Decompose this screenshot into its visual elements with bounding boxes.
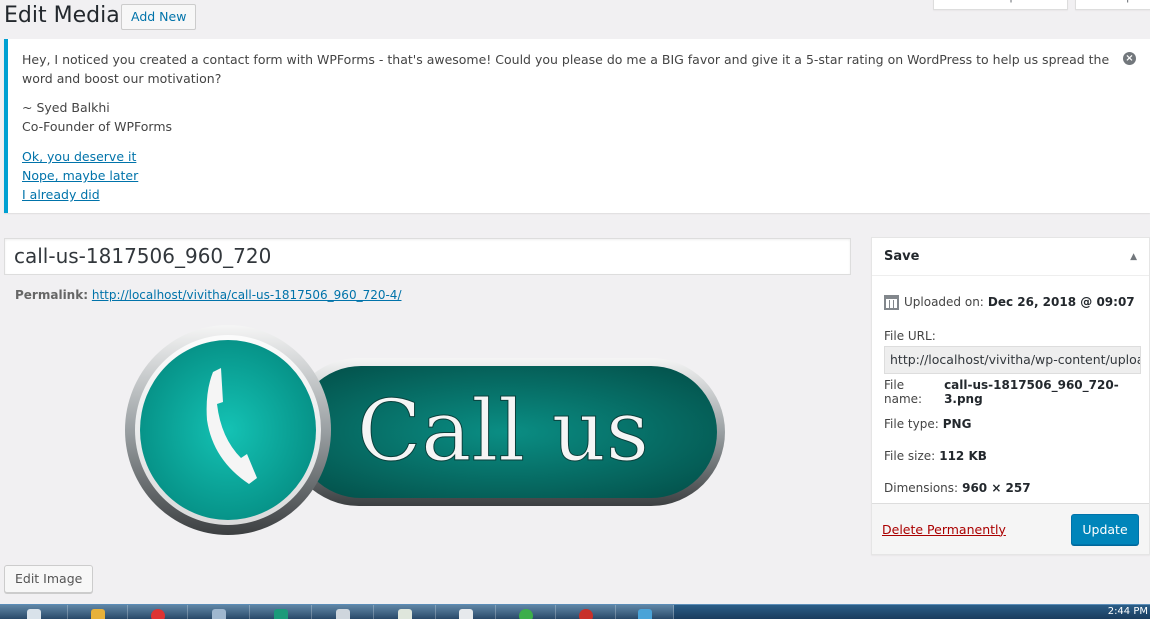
file-type-value: PNG [942, 417, 972, 431]
delete-permanently-link[interactable]: Delete Permanently [882, 522, 1006, 537]
call-us-graphic: Call us [125, 325, 725, 535]
permalink-label: Permalink: [15, 288, 89, 302]
calculator-icon [637, 609, 652, 619]
taskbar-item-notepad[interactable] [374, 605, 436, 619]
taskbar-item-explorer[interactable] [0, 605, 68, 619]
uploaded-on-row: Uploaded on: Dec 26, 2018 @ 09:07 [884, 286, 1137, 318]
window-icon [211, 609, 226, 619]
ok-deserve-it-link[interactable]: Ok, you deserve it [22, 147, 1134, 166]
file-size-row: File size: 112 KB [884, 440, 1137, 472]
taskbar-item-red[interactable] [556, 605, 616, 619]
windows-taskbar: 2:44 PM [0, 604, 1150, 619]
taskbar-item-chrome[interactable] [128, 605, 188, 619]
save-box-title: Save [884, 249, 920, 264]
major-publishing-actions: Delete Permanently Update [872, 503, 1149, 554]
taskbar-item-calc[interactable] [616, 605, 674, 619]
circle-fill [140, 340, 316, 520]
taskbar-item-green[interactable] [496, 605, 556, 619]
notice-links: Ok, you deserve it Nope, maybe later I a… [22, 147, 1134, 204]
maybe-later-link[interactable]: Nope, maybe later [22, 166, 1134, 185]
file-name-value: call-us-1817506_960_720-3.png [944, 378, 1119, 406]
file-name-row: File name: call-us-1817506_960_720-3.png [884, 376, 1137, 408]
wpforms-review-notice: Hey, I noticed you created a contact for… [4, 39, 1150, 213]
paint-icon [90, 609, 105, 619]
explorer-icon [26, 609, 41, 619]
save-box-header[interactable]: Save ▲ [872, 238, 1149, 276]
taskbar-item-app-green[interactable] [250, 605, 312, 619]
app-icon [273, 609, 288, 619]
file-icon [458, 609, 473, 619]
taskbar-item-window[interactable] [188, 605, 250, 619]
green-app-icon [518, 609, 533, 619]
red-app-icon [578, 609, 593, 619]
taskbar-item-paint[interactable] [68, 605, 128, 619]
uploaded-value: Dec 26, 2018 @ 09:07 [987, 295, 1135, 309]
uploaded-label: Uploaded on: [904, 295, 984, 309]
call-us-text: Call us [357, 382, 649, 480]
calendar-icon [884, 294, 899, 310]
taskbar-item-printer[interactable] [312, 605, 374, 619]
signature-name: ~ Syed Balkhi [22, 100, 110, 115]
media-preview-image: Call us [125, 320, 735, 540]
notice-message: Hey, I noticed you created a contact for… [22, 52, 1110, 86]
file-url-label: File URL: [884, 329, 936, 343]
signature-role: Co-Founder of WPForms [22, 119, 173, 134]
taskbar-item-file[interactable] [436, 605, 496, 619]
file-size-label: File size: [884, 449, 936, 463]
printer-icon [335, 609, 350, 619]
notice-signature: ~ Syed Balkhi Co-Founder of WPForms [22, 98, 1134, 136]
chrome-icon [150, 609, 165, 619]
update-button[interactable]: Update [1071, 513, 1139, 545]
media-title-input[interactable]: call-us-1817506_960_720 [4, 238, 851, 275]
file-type-row: File type: PNG [884, 408, 1137, 440]
file-type-label: File type: [884, 417, 939, 431]
add-new-button[interactable]: Add New [121, 4, 197, 30]
collapse-arrow-icon[interactable]: ▲ [1130, 252, 1137, 262]
save-meta-box: Save ▲ Uploaded on: Dec 26, 2018 @ 09:07… [871, 237, 1150, 555]
media-info: Uploaded on: Dec 26, 2018 @ 09:07 File U… [872, 276, 1149, 504]
permalink-url-link[interactable]: http://localhost/vivitha/call-us-1817506… [92, 288, 402, 302]
edit-image-button[interactable]: Edit Image [4, 565, 94, 593]
dimensions-label: Dimensions: [884, 481, 959, 495]
dimensions-value: 960 × 257 [962, 481, 1031, 495]
permalink: Permalink: http://localhost/vivitha/call… [15, 288, 402, 302]
help-button[interactable]: Help [1075, 0, 1150, 10]
file-size-value: 112 KB [939, 449, 987, 463]
dimensions-row: Dimensions: 960 × 257 [884, 472, 1137, 504]
file-name-label: File name: [884, 378, 923, 406]
screen-options-button[interactable]: Screen Options [933, 0, 1068, 10]
dismiss-circle-icon[interactable]: × [1123, 52, 1136, 65]
page-title: Edit Media [4, 3, 120, 28]
taskbar-clock: 2:44 PM [1107, 606, 1148, 617]
file-url-input[interactable]: http://localhost/vivitha/wp-content/uplo… [884, 346, 1141, 374]
already-did-link[interactable]: I already did [22, 185, 1134, 204]
notepad-icon [397, 609, 412, 619]
